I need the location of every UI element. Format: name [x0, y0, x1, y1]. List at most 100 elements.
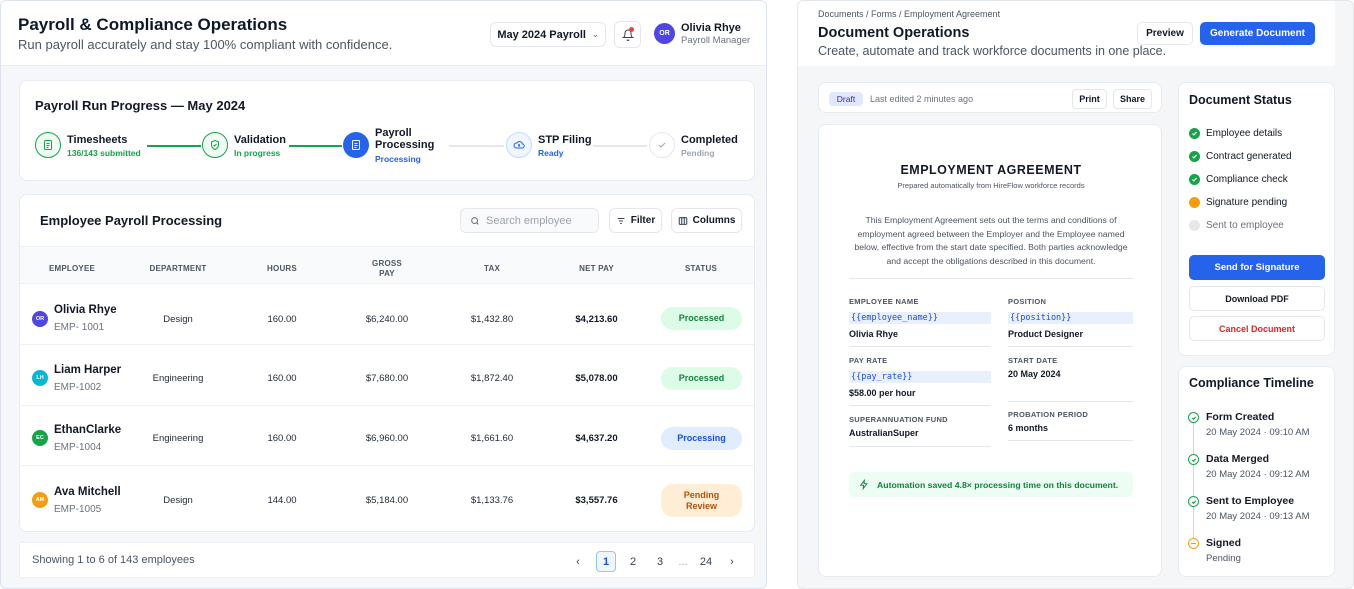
- notification-dot: [629, 27, 634, 32]
- chevron-down-icon: ⌄: [591, 30, 599, 39]
- gross-pay-cell: $7,680.00: [365, 373, 409, 384]
- breadcrumb[interactable]: Documents / Forms / Employment Agreement: [818, 9, 1000, 19]
- page-button[interactable]: 24: [694, 551, 718, 572]
- timeline-event-time: 20 May 2024 · 09:13 AM: [1206, 511, 1310, 522]
- field-label: EMPLOYEE NAME: [849, 297, 919, 306]
- page-button[interactable]: 2: [624, 551, 642, 572]
- timeline-event-title: Sent to Employee: [1206, 495, 1295, 507]
- user-role: Payroll Manager: [681, 35, 751, 46]
- timeline-event-title: Data Merged: [1206, 453, 1270, 465]
- table-row[interactable]: OR Olivia Rhye EMP- 1001 Design 160.00 $…: [20, 285, 754, 345]
- print-button[interactable]: Print: [1072, 89, 1107, 109]
- column-header[interactable]: GROSS PAY: [366, 259, 408, 279]
- status-badge: Processing: [661, 427, 742, 450]
- step-status: Ready: [538, 148, 564, 158]
- page-button[interactable]: 1: [596, 551, 616, 572]
- status-item: Contract generated: [1189, 151, 1292, 162]
- employee-id: EMP-1002: [54, 382, 102, 393]
- document-paragraph: This Employment Agreement sets out the t…: [854, 215, 1128, 266]
- column-header[interactable]: HOURS: [257, 264, 307, 273]
- payroll-panel: Payroll & Compliance Operations Run payr…: [0, 0, 767, 589]
- hours-cell: 160.00: [267, 314, 297, 325]
- status-item-label: Contract generated: [1206, 151, 1292, 162]
- progress-connector: [147, 145, 201, 147]
- avatar: LH: [32, 370, 48, 386]
- tax-cell: $1,432.80: [470, 314, 514, 325]
- check-circle-icon: [1189, 128, 1200, 139]
- page-title: Document Operations: [818, 25, 970, 41]
- page-button[interactable]: 3: [651, 551, 669, 572]
- cancel-document-button[interactable]: Cancel Document: [1189, 316, 1325, 341]
- documents-panel: Documents / Forms / Employment Agreement…: [797, 0, 1354, 589]
- column-header[interactable]: EMPLOYEE: [42, 264, 102, 273]
- step-status: Pending: [681, 148, 715, 158]
- step-status: In progress: [234, 148, 281, 158]
- employee-name[interactable]: Ava Mitchell: [54, 486, 121, 498]
- status-item-label: Sent to employee: [1206, 220, 1284, 231]
- merge-token[interactable]: {{pay_rate}}: [849, 371, 991, 383]
- column-header[interactable]: NET PAY: [569, 264, 624, 273]
- gross-pay-cell: $6,960.00: [365, 433, 409, 444]
- document-title: EMPLOYMENT AGREEMENT: [900, 163, 1082, 177]
- send-for-signature-button[interactable]: Send for Signature: [1189, 255, 1325, 280]
- search-input[interactable]: Search employee: [460, 208, 599, 233]
- columns-button[interactable]: Columns: [671, 208, 742, 233]
- table-row[interactable]: LH Liam Harper EMP-1002 Engineering 160.…: [20, 346, 754, 406]
- employee-id: EMP- 1001: [54, 322, 105, 333]
- department-cell: Engineering: [152, 433, 204, 444]
- field-label: PROBATION PERIOD: [1008, 410, 1089, 419]
- employee-name[interactable]: Olivia Rhye: [54, 304, 117, 316]
- divider: [1008, 440, 1133, 441]
- field-label: SUPERANNUATION FUND: [849, 415, 948, 424]
- preview-button[interactable]: Preview: [1137, 22, 1193, 45]
- period-select[interactable]: May 2024 Payroll ⌄: [490, 22, 606, 47]
- field-value: Olivia Rhye: [849, 329, 899, 339]
- timeline-event-time: Pending: [1206, 553, 1241, 564]
- avatar: OR: [32, 311, 48, 327]
- column-header[interactable]: TAX: [467, 264, 517, 273]
- status-item: Signature pending: [1189, 197, 1287, 208]
- document-toolbar: Draft Last edited 2 minutes ago Print Sh…: [818, 82, 1162, 113]
- step-label: Payroll Processing: [375, 127, 435, 151]
- page-subtitle: Create, automate and track workforce doc…: [818, 44, 1167, 58]
- document-subtitle: Prepared automatically from HireFlow wor…: [897, 181, 1085, 190]
- progress-connector: [449, 145, 504, 147]
- search-placeholder: Search employee: [486, 214, 572, 227]
- progress-connector: [593, 145, 647, 147]
- divider: [1008, 401, 1133, 402]
- notifications-button[interactable]: [614, 21, 641, 48]
- avatar[interactable]: OR: [654, 23, 675, 44]
- check-circle-icon: [1188, 412, 1199, 423]
- check-circle-icon: [1189, 174, 1200, 185]
- generate-document-button[interactable]: Generate Document: [1200, 22, 1315, 45]
- gross-pay-cell: $6,240.00: [365, 314, 409, 325]
- net-pay-cell: $5,078.00: [575, 373, 618, 384]
- table-row[interactable]: AM Ava Mitchell EMP-1005 Design 144.00 $…: [20, 466, 754, 531]
- column-header[interactable]: DEPARTMENT: [138, 264, 218, 273]
- status-title: Document Status: [1189, 93, 1292, 107]
- columns-label: Columns: [692, 215, 736, 226]
- user-name[interactable]: Olivia Rhye: [681, 22, 741, 34]
- next-page-button[interactable]: ›: [725, 551, 739, 572]
- gross-pay-cell: $5,184.00: [365, 495, 409, 506]
- filter-button[interactable]: Filter: [609, 208, 662, 233]
- download-pdf-button[interactable]: Download PDF: [1189, 286, 1325, 311]
- prev-page-button[interactable]: ‹: [571, 551, 585, 572]
- table-title: Employee Payroll Processing: [40, 213, 223, 228]
- avatar: EC: [32, 430, 48, 446]
- draft-badge: Draft: [829, 92, 863, 106]
- status-item: Employee details: [1189, 128, 1282, 139]
- timeline-event-time: 20 May 2024 · 09:12 AM: [1206, 469, 1310, 480]
- divider: [1008, 346, 1133, 347]
- merge-token[interactable]: {{position}}: [1008, 312, 1133, 324]
- field-label: PAY RATE: [849, 356, 888, 365]
- employee-name[interactable]: EthanClarke: [54, 424, 121, 436]
- table-header: EMPLOYEE DEPARTMENT HOURS GROSS PAY TAX …: [20, 246, 754, 284]
- merge-token[interactable]: {{employee_name}}: [849, 312, 991, 324]
- column-header[interactable]: STATUS: [671, 264, 731, 273]
- employee-name[interactable]: Liam Harper: [54, 364, 121, 376]
- document-status-card: Document Status Employee details Contrac…: [1178, 82, 1335, 356]
- table-row[interactable]: EC EthanClarke EMP-1004 Engineering 160.…: [20, 406, 754, 466]
- period-label: May 2024 Payroll: [497, 28, 586, 41]
- share-button[interactable]: Share: [1113, 89, 1152, 109]
